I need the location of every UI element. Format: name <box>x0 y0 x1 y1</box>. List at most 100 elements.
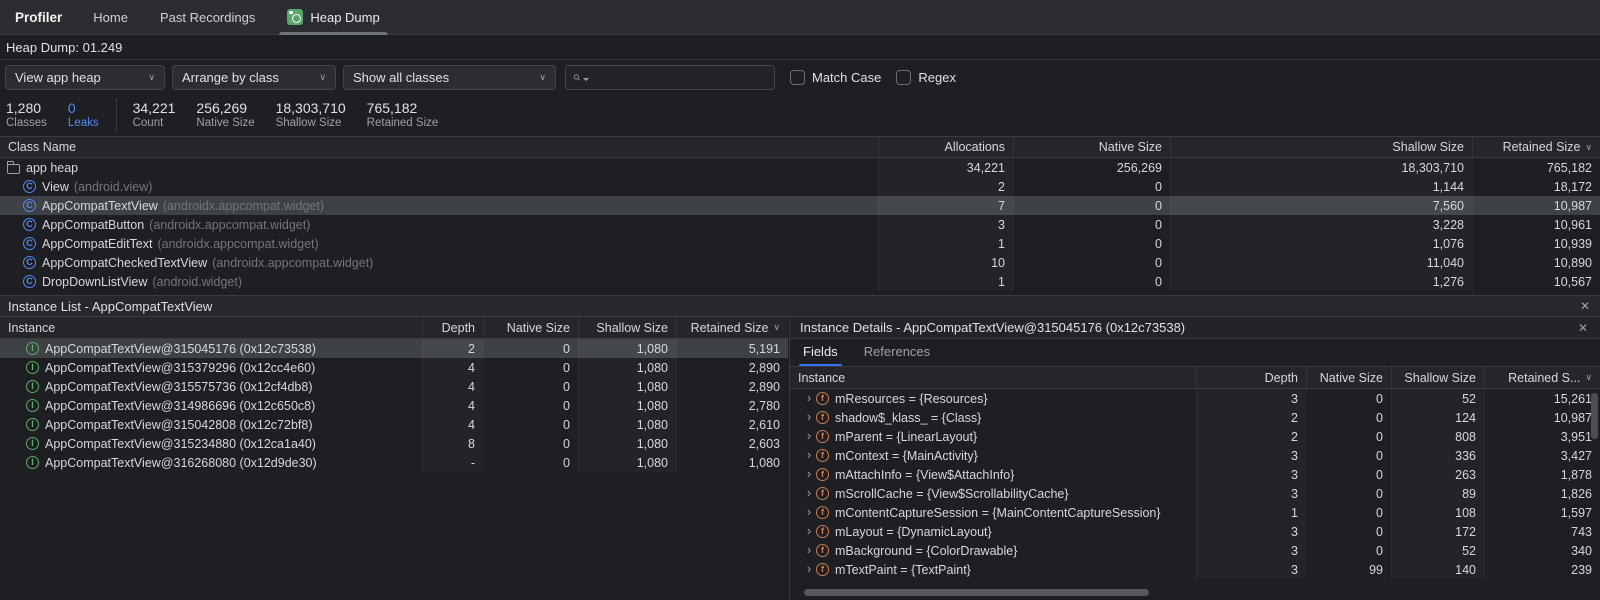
tab-past-recordings[interactable]: Past Recordings <box>144 0 271 35</box>
instance-list-title: Instance List - AppCompatTextView <box>8 299 212 314</box>
instance-row[interactable]: I AppCompatTextView@315042808 (0x12c72bf… <box>0 415 788 434</box>
instance-row[interactable]: I AppCompatTextView@315045176 (0x12c7353… <box>0 339 788 358</box>
class-row[interactable]: C AppCompatEditText (androidx.appcompat.… <box>0 234 1600 253</box>
depth-cell: 3 <box>1196 446 1306 465</box>
class-row[interactable]: app heap 34,221 256,269 18,303,710 765,1… <box>0 158 1600 177</box>
regex-checkbox[interactable] <box>896 70 911 85</box>
field-row[interactable]: f mBackground = {ColorDrawable} 3 0 52 3… <box>790 541 1600 560</box>
class-row[interactable]: C AppCompatTextView (androidx.appcompat.… <box>0 196 1600 215</box>
expand-icon[interactable] <box>802 523 816 538</box>
class-name-cell: C View (android.view) <box>0 177 878 196</box>
field-row[interactable]: f shadow$_klass_ = {Class} 2 0 124 10,98… <box>790 408 1600 427</box>
expand-icon[interactable] <box>802 390 816 405</box>
native-size-cell: 0 <box>483 358 578 377</box>
expand-icon[interactable] <box>802 409 816 424</box>
class-table: Class Name Allocations Native Size Shall… <box>0 136 1600 291</box>
shallow-size-cell: 108 <box>1391 503 1484 522</box>
field-name: mLayout = {DynamicLayout} <box>835 525 992 539</box>
native-size-cell: 0 <box>483 377 578 396</box>
col-retained-size[interactable]: Retained Size ∨ <box>676 317 788 338</box>
field-name-cell: f mContext = {MainActivity} <box>790 446 1196 465</box>
field-row[interactable]: f mAttachInfo = {View$AttachInfo} 3 0 26… <box>790 465 1600 484</box>
field-row[interactable]: f mLayout = {DynamicLayout} 3 0 172 743 <box>790 522 1600 541</box>
class-name: AppCompatTextView <box>42 199 158 213</box>
tab-references[interactable]: References <box>864 344 930 366</box>
field-name-cell: f mLayout = {DynamicLayout} <box>790 522 1196 541</box>
col-native-size[interactable]: Native Size <box>1013 137 1170 157</box>
field-name: mResources = {Resources} <box>835 392 988 406</box>
field-row[interactable]: f mContext = {MainActivity} 3 0 336 3,42… <box>790 446 1600 465</box>
expand-icon[interactable] <box>802 504 816 519</box>
heap-scope-dropdown[interactable]: View app heap ∨ <box>5 65 165 90</box>
tab-fields[interactable]: Fields <box>803 344 838 366</box>
class-name: AppCompatButton <box>42 218 144 232</box>
col-shallow-size[interactable]: Shallow Size <box>1170 137 1472 157</box>
col-native-size[interactable]: Native Size <box>483 317 578 338</box>
shallow-size-cell: 1,080 <box>578 358 676 377</box>
details-horizontal-scrollbar[interactable] <box>804 589 1149 596</box>
heap-scope-value: View app heap <box>15 70 101 85</box>
depth-cell: 2 <box>1196 408 1306 427</box>
shallow-size-cell: 263 <box>1391 465 1484 484</box>
field-name: mAttachInfo = {View$AttachInfo} <box>835 468 1014 482</box>
class-name-cell: C AppCompatCheckedTextView (androidx.app… <box>0 253 878 272</box>
expand-icon[interactable] <box>802 466 816 481</box>
instance-row[interactable]: I AppCompatTextView@314986696 (0x12c650c… <box>0 396 788 415</box>
col-native-size[interactable]: Native Size <box>1306 367 1391 388</box>
field-row[interactable]: f mParent = {LinearLayout} 2 0 808 3,951 <box>790 427 1600 446</box>
instance-row[interactable]: I AppCompatTextView@315234880 (0x12ca1a4… <box>0 434 788 453</box>
search-input[interactable] <box>591 70 767 85</box>
expand-icon[interactable] <box>802 561 816 576</box>
native-size-cell: 0 <box>1306 427 1391 446</box>
class-row[interactable]: C DropDownListView (android.widget) 1 0 … <box>0 272 1600 291</box>
field-icon: f <box>816 411 829 424</box>
class-name-cell: C AppCompatButton (androidx.appcompat.wi… <box>0 215 878 234</box>
expand-icon[interactable] <box>802 485 816 500</box>
details-vertical-scrollbar[interactable] <box>1591 393 1598 439</box>
instance-row[interactable]: I AppCompatTextView@315379296 (0x12cc4e6… <box>0 358 788 377</box>
stat-leaks[interactable]: 0 Leaks <box>68 101 99 130</box>
field-row[interactable]: f mTextPaint = {TextPaint} 3 99 140 239 <box>790 560 1600 579</box>
instance-row[interactable]: I AppCompatTextView@316268080 (0x12d9de3… <box>0 453 788 472</box>
depth-cell: 4 <box>422 377 483 396</box>
field-row[interactable]: f mScrollCache = {View$ScrollabilityCach… <box>790 484 1600 503</box>
col-retained-size[interactable]: Retained S... ∨ <box>1484 367 1600 388</box>
class-icon: C <box>23 256 36 269</box>
allocations-cell: 34,221 <box>878 158 1013 177</box>
shallow-size-cell: 124 <box>1391 408 1484 427</box>
class-name-cell: C AppCompatTextView (androidx.appcompat.… <box>0 196 878 215</box>
class-table-header: Class Name Allocations Native Size Shall… <box>0 136 1600 158</box>
class-icon: C <box>23 275 36 288</box>
expand-icon[interactable] <box>802 447 816 462</box>
col-instance[interactable]: Instance <box>0 321 422 335</box>
col-allocations[interactable]: Allocations <box>878 137 1013 157</box>
col-depth[interactable]: Depth <box>422 317 483 338</box>
field-icon: f <box>816 525 829 538</box>
col-shallow-size[interactable]: Shallow Size <box>1391 367 1484 388</box>
arrange-dropdown[interactable]: Arrange by class ∨ <box>172 65 336 90</box>
close-icon[interactable] <box>1578 321 1588 335</box>
class-row[interactable]: C AppCompatCheckedTextView (androidx.app… <box>0 253 1600 272</box>
stat-retained-value: 765,182 <box>367 101 439 116</box>
field-name-cell: f mScrollCache = {View$ScrollabilityCach… <box>790 484 1196 503</box>
search-box[interactable] <box>565 65 775 90</box>
instance-row[interactable]: I AppCompatTextView@315575736 (0x12cf4db… <box>0 377 788 396</box>
instance-icon: I <box>26 342 39 355</box>
match-case-checkbox[interactable] <box>790 70 805 85</box>
col-depth[interactable]: Depth <box>1196 367 1306 388</box>
col-instance[interactable]: Instance <box>790 371 1196 385</box>
col-retained-size[interactable]: Retained Size ∨ <box>1472 137 1600 157</box>
col-class-name[interactable]: Class Name <box>0 140 878 154</box>
close-icon[interactable] <box>1580 299 1590 313</box>
class-package: (androidx.appcompat.widget) <box>163 199 324 213</box>
col-shallow-size[interactable]: Shallow Size <box>578 317 676 338</box>
class-row[interactable]: C View (android.view) 2 0 1,144 18,172 <box>0 177 1600 196</box>
expand-icon[interactable] <box>802 428 816 443</box>
field-row[interactable]: f mResources = {Resources} 3 0 52 15,261 <box>790 389 1600 408</box>
field-row[interactable]: f mContentCaptureSession = {MainContentC… <box>790 503 1600 522</box>
expand-icon[interactable] <box>802 542 816 557</box>
class-filter-dropdown[interactable]: Show all classes ∨ <box>343 65 556 90</box>
class-row[interactable]: C AppCompatButton (androidx.appcompat.wi… <box>0 215 1600 234</box>
tab-heap-dump[interactable]: Heap Dump <box>271 0 395 35</box>
tab-home[interactable]: Home <box>77 0 144 35</box>
